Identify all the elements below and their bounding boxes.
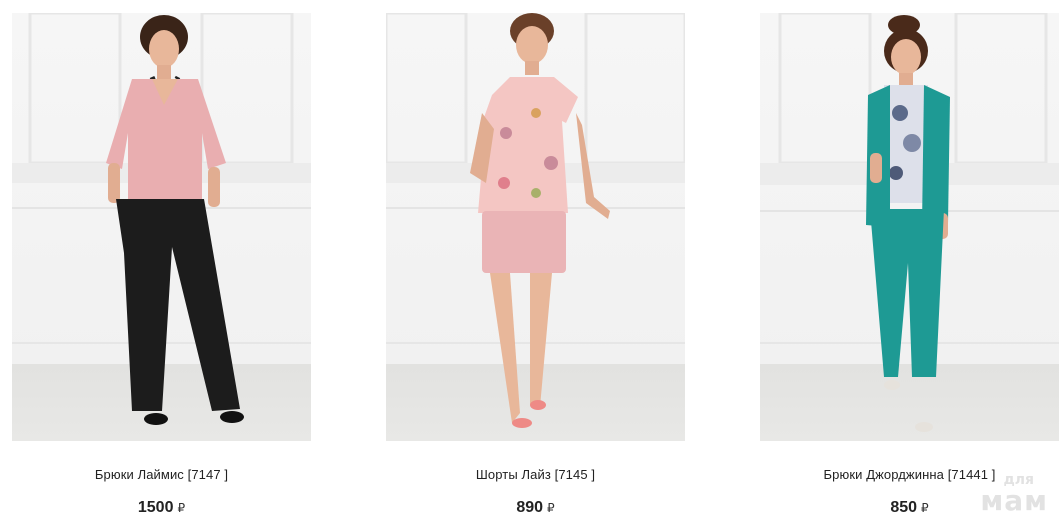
watermark-line2: мам [980, 484, 1048, 517]
currency-icon: ₽ [177, 501, 186, 515]
product-photo[interactable] [760, 13, 1059, 441]
product-grid: Брюки Лаймис [7147 ] 1500 ₽ Шорты Лайз [… [0, 0, 1064, 527]
model-teal-vest-teal-trousers-image [760, 13, 1059, 432]
product-price: 890 ₽ [386, 499, 685, 517]
model-floral-top-pink-shorts-image [386, 13, 685, 428]
model-pink-blouse-black-trousers-image [12, 13, 311, 425]
product-photo[interactable] [386, 13, 685, 441]
product-photo[interactable] [12, 13, 311, 441]
product-card[interactable]: Брюки Джорджинна [71441 ] 850 ₽ [760, 13, 1059, 527]
price-value: 1500 [137, 499, 174, 516]
price-value: 850 [890, 499, 918, 516]
product-card[interactable]: Шорты Лайз [7145 ] 890 ₽ [386, 13, 685, 527]
price-value: 890 [516, 499, 544, 516]
product-title[interactable]: Шорты Лайз [7145 ] [386, 467, 685, 482]
currency-icon: ₽ [547, 501, 555, 515]
currency-icon: ₽ [921, 501, 929, 515]
product-price: 1500 ₽ [12, 499, 311, 517]
product-card[interactable]: Брюки Лаймис [7147 ] 1500 ₽ [12, 13, 311, 527]
product-title[interactable]: Брюки Лаймис [7147 ] [12, 467, 311, 482]
site-watermark: для мам [980, 473, 1048, 515]
